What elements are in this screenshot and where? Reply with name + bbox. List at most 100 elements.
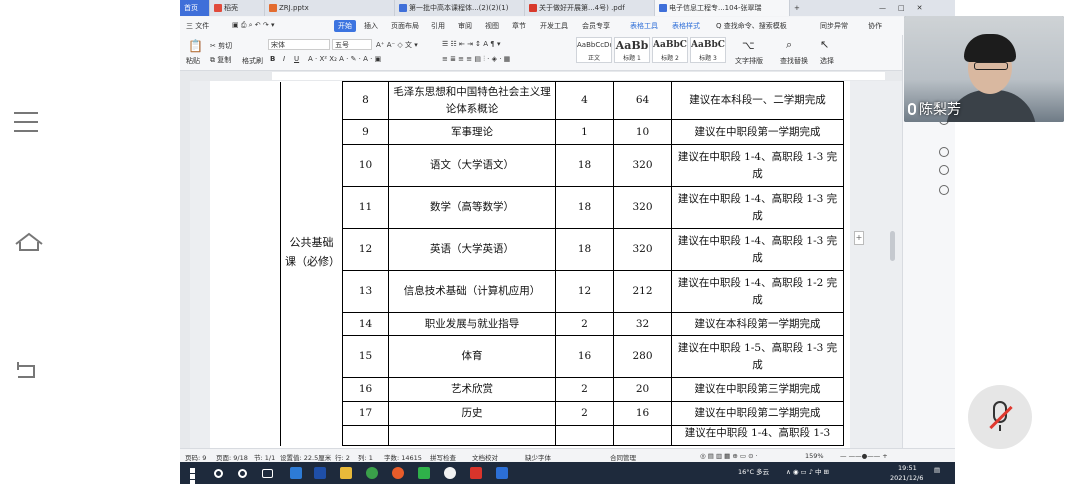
- table-expand-button[interactable]: +: [854, 231, 864, 245]
- table-cell: 320: [613, 186, 672, 229]
- cortana-icon[interactable]: [238, 469, 247, 478]
- menu-page-layout[interactable]: 页面布局: [391, 21, 419, 31]
- home-icon[interactable]: [14, 232, 43, 256]
- list-icons[interactable]: ☰ ☷ ⇤ ⇥ ↕ A ¶ ▾: [442, 40, 500, 48]
- collaborate-button[interactable]: 协作: [868, 21, 882, 31]
- underline-icon[interactable]: U: [294, 55, 299, 63]
- tray-icons[interactable]: ∧ ◉ ▭ ♪ 中 ⊞: [786, 466, 829, 476]
- tab-pptx[interactable]: ZRJ.pptx: [265, 0, 395, 16]
- ruler-active-area: [272, 72, 885, 80]
- document-area: 公共基础课（必修） 8 毛泽东思想和中国特色社会主义理论体系概论 4 64 建议…: [190, 81, 902, 448]
- style-normal[interactable]: AaBbCcDd 正文: [576, 37, 612, 63]
- text-layout-button[interactable]: 文字排版: [735, 56, 763, 66]
- search-icon[interactable]: [214, 469, 223, 478]
- proofread-button[interactable]: 文档校对: [472, 452, 498, 462]
- menu-start[interactable]: 开始: [334, 20, 356, 32]
- menu-table-style[interactable]: 表格样式: [672, 21, 700, 31]
- style-heading-3[interactable]: AaBbC 标题 3: [690, 37, 726, 63]
- table-cell: 13: [342, 270, 389, 313]
- paste-button[interactable]: 粘贴: [186, 56, 200, 66]
- menu-developer[interactable]: 开发工具: [540, 21, 568, 31]
- table-row: 公共基础课（必修） 8 毛泽东思想和中国特色社会主义理论体系概论 4 64 建议…: [280, 81, 844, 446]
- tab-home[interactable]: 首页: [180, 0, 210, 16]
- menu-bar: 三 文件 ▣ ⎙ ⌕ ↶ ↷ ▾ 开始 插入 页面布局 引用 审阅 视图 章节 …: [180, 17, 955, 35]
- menu-review[interactable]: 审阅: [458, 21, 472, 31]
- folder-icon[interactable]: [340, 467, 352, 479]
- wechat-icon[interactable]: [418, 467, 430, 479]
- phone-left-nav: [0, 0, 180, 484]
- menu-member[interactable]: 会员专享: [582, 21, 610, 31]
- tab-pdf[interactable]: 关于做好开展第...4号) .pdf: [525, 0, 655, 16]
- weather-widget[interactable]: 16°C 多云: [738, 466, 769, 476]
- font-effects-icons[interactable]: A · X² X₂ A · ✎ · A · ▣: [308, 55, 381, 63]
- copy-button[interactable]: ⧉ 复制: [210, 55, 231, 65]
- contract-manage-button[interactable]: 合同管理: [610, 452, 636, 462]
- menu-chapter[interactable]: 章节: [512, 21, 526, 31]
- command-search[interactable]: Q 查找命令、搜索模板: [716, 21, 787, 31]
- firefox-icon[interactable]: [392, 467, 404, 479]
- font-size-value: 五号: [335, 41, 349, 49]
- close-icon[interactable]: ✕: [917, 0, 923, 16]
- font-family-select[interactable]: 宋体: [268, 39, 330, 50]
- ie-icon[interactable]: [314, 467, 326, 479]
- menu-table-tools[interactable]: 表格工具: [630, 21, 658, 31]
- qq-icon[interactable]: [444, 467, 456, 479]
- style-heading-2[interactable]: AaBbC 标题 2: [652, 37, 688, 63]
- bold-icon[interactable]: B: [270, 55, 275, 63]
- maximize-icon[interactable]: □: [898, 0, 905, 16]
- tab-active-doc[interactable]: 电子信息工程专...104-张翠瑞: [655, 0, 790, 16]
- clock-time[interactable]: 19:51: [898, 464, 917, 472]
- font-grow-icons[interactable]: A⁺ A⁻ ◇ 文 ▾: [376, 40, 418, 50]
- new-tab-button[interactable]: +: [790, 0, 810, 16]
- table-cell: [342, 425, 389, 446]
- edge-icon[interactable]: [290, 467, 302, 479]
- table-cell: 32: [613, 312, 672, 336]
- minimize-icon[interactable]: —: [879, 0, 886, 16]
- cut-button[interactable]: ✂ 剪切: [210, 41, 232, 51]
- vertical-scrollbar[interactable]: [890, 231, 895, 261]
- align-icons[interactable]: ≡ ≣ ≡ ≡ ▤ ⫶ · ◈ · ▦: [442, 55, 510, 64]
- tab-docer[interactable]: 稻壳: [210, 0, 265, 16]
- file-menu[interactable]: 三 文件: [186, 21, 209, 31]
- sync-status[interactable]: 同步异常: [820, 21, 848, 31]
- video-thumbnail[interactable]: 陈梨芳: [904, 16, 1064, 122]
- view-mode-icons[interactable]: ◎ ▤ ▥ ▦ ⊕ ▭ ⊙ ·: [700, 452, 758, 460]
- menu-icon[interactable]: [14, 112, 42, 139]
- format-painter-button[interactable]: 格式刷: [242, 56, 263, 66]
- chrome-icon[interactable]: [366, 467, 378, 479]
- table-row: 10 语文（大学语文） 18 320 建议在中职段 1-4、高职段 1-3 完成: [281, 144, 844, 187]
- status-words[interactable]: 字数: 14615: [384, 452, 422, 462]
- table-row: 17 历史 2 16 建议在中职段第二学期完成: [281, 401, 844, 426]
- menu-insert[interactable]: 插入: [364, 21, 378, 31]
- help-icon[interactable]: [939, 147, 949, 157]
- tab-course-doc[interactable]: 第一批中高本课程体...(2)(2)(1): [395, 0, 525, 16]
- share-icon[interactable]: [939, 165, 949, 175]
- table-cell: 12: [555, 270, 614, 313]
- spell-check-button[interactable]: 拼写检查: [430, 452, 456, 462]
- table-cell: 64: [613, 81, 672, 120]
- notification-icon[interactable]: ▤: [934, 466, 940, 474]
- zoom-slider[interactable]: — ——●—— +: [840, 452, 888, 460]
- missing-font-button[interactable]: 缺少字体: [525, 452, 551, 462]
- meeting-app-icon[interactable]: [496, 467, 508, 479]
- speaker-label: 陈梨芳: [908, 99, 961, 119]
- clock-date[interactable]: 2021/12/6: [890, 474, 923, 482]
- font-size-select[interactable]: 五号: [332, 39, 372, 50]
- wps-icon[interactable]: [470, 467, 482, 479]
- paste-icon[interactable]: 📋: [188, 39, 203, 53]
- task-view-icon[interactable]: [262, 469, 273, 478]
- table-cell: 18: [555, 228, 614, 271]
- menu-view[interactable]: 视图: [485, 21, 499, 31]
- menu-references[interactable]: 引用: [431, 21, 445, 31]
- windows-start-icon[interactable]: [190, 468, 201, 484]
- italic-icon[interactable]: I: [283, 55, 285, 63]
- find-replace-button[interactable]: 查找替换: [780, 56, 808, 66]
- back-icon[interactable]: [14, 360, 42, 384]
- course-table: 公共基础课（必修） 8 毛泽东思想和中国特色社会主义理论体系概论 4 64 建议…: [280, 81, 844, 446]
- mute-button[interactable]: [968, 385, 1032, 449]
- zoom-level[interactable]: 159%: [805, 452, 824, 460]
- backup-icon[interactable]: [939, 185, 949, 195]
- select-button[interactable]: 选择: [820, 56, 834, 66]
- docer-icon: [214, 4, 222, 12]
- style-heading-1[interactable]: AaBb 标题 1: [614, 37, 650, 63]
